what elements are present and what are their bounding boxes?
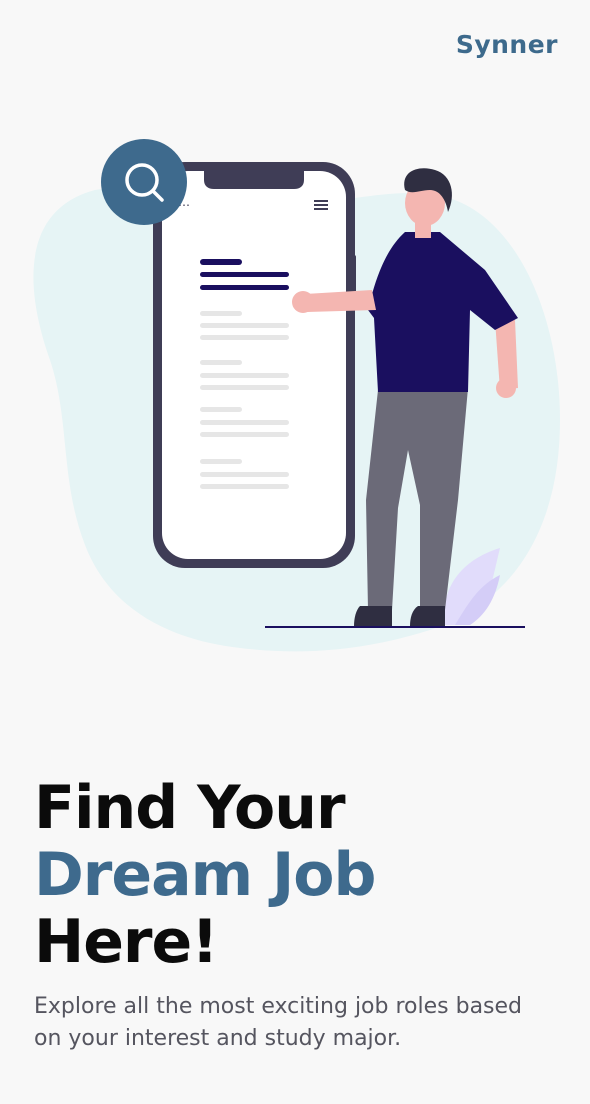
hero-subtitle: Explore all the most exciting job roles … — [34, 994, 523, 1051]
hamburger-menu-icon — [314, 200, 328, 210]
phone-mockup: … — [153, 162, 356, 568]
hero-illustration: … — [33, 139, 561, 652]
headline-line-3: Here! — [34, 907, 219, 977]
search-icon — [101, 139, 187, 225]
headline-line-1: Find Your — [34, 773, 346, 843]
headline-line-2-accent: Dream Job — [34, 840, 376, 910]
phone-screen — [162, 171, 346, 559]
phone-notch — [204, 168, 304, 189]
hero-headline: Find Your Dream Job Here! — [34, 775, 574, 976]
